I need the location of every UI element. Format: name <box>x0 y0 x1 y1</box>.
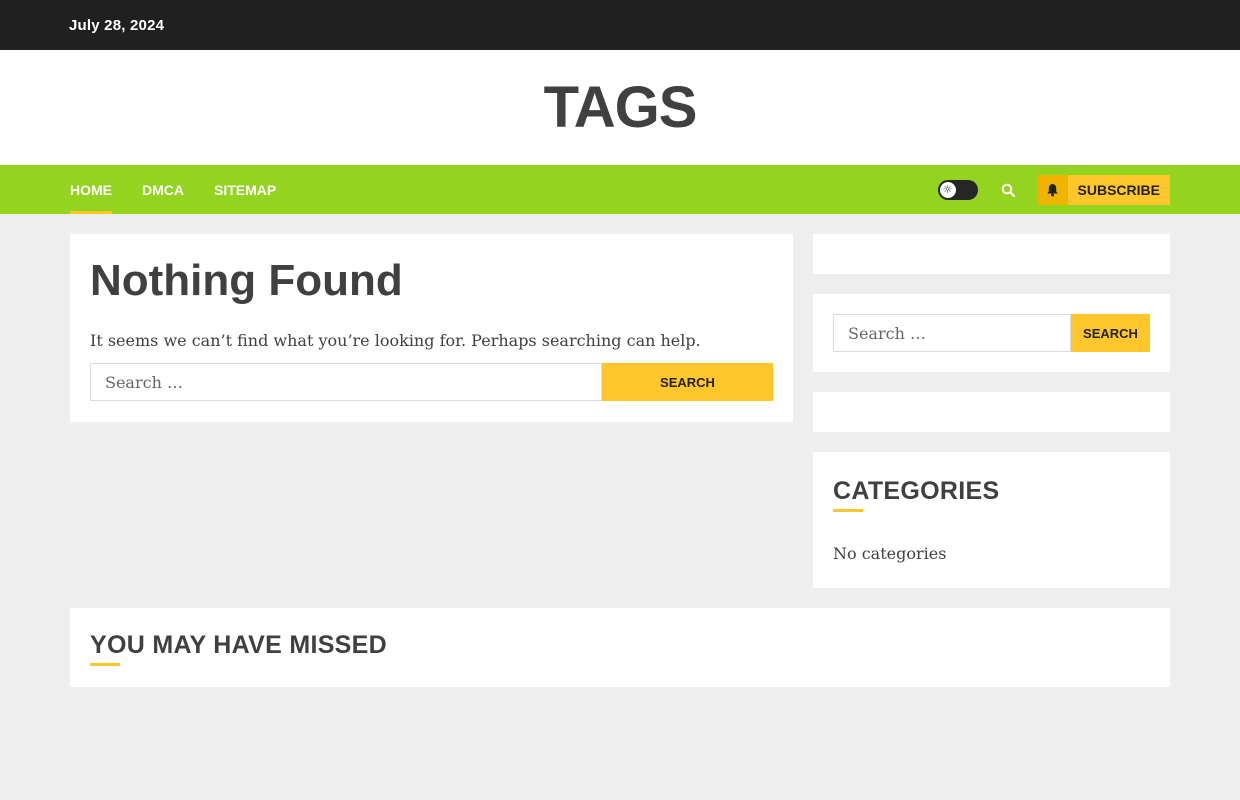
nav-item-dmca[interactable]: DMCA <box>142 165 184 214</box>
nav-item-sitemap[interactable]: SITEMAP <box>214 165 276 214</box>
no-results-section: Nothing Found It seems we can’t find wha… <box>70 234 793 422</box>
masthead: TAGS <box>0 50 1240 165</box>
categories-widget: CATEGORIES No categories <box>813 452 1170 588</box>
nav-item-home[interactable]: HOME <box>70 165 112 214</box>
main-navigation: HOME DMCA SITEMAP ☼ SUBSCRIBE <box>0 165 1240 214</box>
sidebar-search-button[interactable]: Search <box>1071 314 1150 352</box>
sidebar-search-input[interactable] <box>833 314 1071 352</box>
sidebar-search-form: Search <box>833 314 1150 352</box>
bell-icon <box>1037 174 1068 205</box>
sun-icon: ☼ <box>939 181 956 198</box>
sidebar-widget-empty <box>813 234 1170 274</box>
sidebar-search-widget: Search <box>813 294 1170 372</box>
subscribe-label: SUBSCRIBE <box>1077 181 1160 198</box>
categories-empty-message: No categories <box>833 544 947 563</box>
categories-title: CATEGORIES <box>833 476 999 512</box>
dark-mode-toggle[interactable]: ☼ <box>937 179 978 200</box>
page-title: Nothing Found <box>90 256 403 305</box>
main-search-button[interactable]: Search <box>602 363 773 401</box>
no-results-message: It seems we can’t find what you’re looki… <box>90 331 701 350</box>
search-icon[interactable] <box>994 176 1022 204</box>
missed-title: YOU MAY HAVE MISSED <box>90 630 387 666</box>
site-title[interactable]: TAGS <box>544 74 698 141</box>
you-may-have-missed-section: YOU MAY HAVE MISSED <box>70 608 1170 687</box>
main-search-input[interactable] <box>90 363 602 401</box>
current-date: July 28, 2024 <box>69 16 165 34</box>
top-bar: July 28, 2024 <box>0 0 1240 50</box>
sidebar-widget-empty-2 <box>813 392 1170 432</box>
main-search-form: Search <box>90 363 773 401</box>
nav-menu: HOME DMCA SITEMAP <box>70 165 306 214</box>
subscribe-button[interactable]: SUBSCRIBE <box>1037 174 1170 205</box>
